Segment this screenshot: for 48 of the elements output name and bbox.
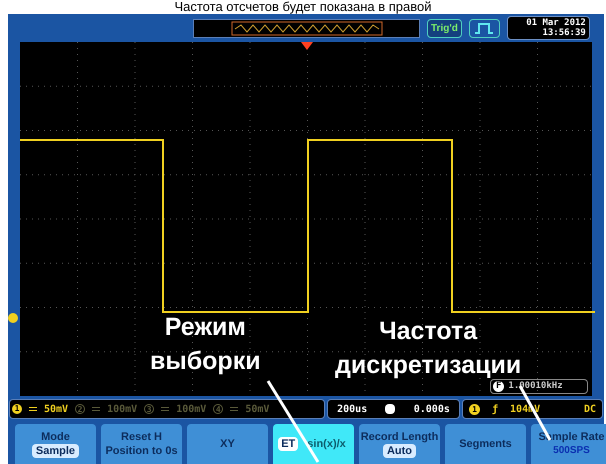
annotation-text: выборки — [150, 346, 261, 377]
coupling-icon — [92, 407, 100, 411]
position-icon — [385, 404, 396, 414]
softkey-label: Reset H — [121, 430, 162, 444]
channel-scale: 50mV — [44, 402, 68, 416]
softkey-value: Sample — [32, 444, 80, 458]
softkey-label: Position to 0s — [105, 444, 178, 458]
softkey-label: XY — [220, 437, 235, 451]
coupling-icon — [230, 407, 238, 411]
channel-scale: 100mV — [176, 402, 206, 416]
menu-softkey[interactable]: Record Length Auto — [359, 424, 440, 464]
annotation-text: Режим — [164, 312, 246, 343]
channel-scale: 100mV — [107, 402, 138, 416]
trigger-status: Trig'd — [427, 18, 462, 38]
softkey-label: Segments — [459, 437, 512, 451]
channel-number: 1 — [12, 404, 22, 414]
menu-softkey[interactable]: Mode Sample — [15, 424, 96, 464]
timebase-position: 0.000s — [414, 402, 450, 416]
channel-marker-icon — [8, 313, 18, 323]
waveform-preview-icon — [230, 20, 382, 36]
toggle-option[interactable]: sin(x)/x — [304, 437, 349, 451]
trigger-source: 1 — [469, 404, 480, 414]
channel-number: 3 — [144, 404, 154, 414]
pulse-icon — [468, 18, 500, 38]
coupling-icon — [29, 407, 37, 411]
coupling-icon — [161, 407, 170, 411]
annotation-text: дискретизации — [335, 350, 522, 381]
channel-scale: 50mV — [245, 402, 270, 416]
channel-number: 2 — [75, 404, 86, 414]
annotation-text: Частота — [379, 316, 478, 347]
trigger-coupling: DC — [584, 402, 596, 416]
menu-softkey[interactable]: Reset H Position to 0s — [101, 424, 182, 464]
trigger-slope: ƒ — [492, 402, 498, 416]
caption-text: Частота отсчетов будет показана в правой — [174, 0, 432, 14]
frequency-badge: F — [493, 381, 504, 392]
channel-number: 4 — [213, 404, 224, 414]
menu-softkey[interactable]: XY — [187, 424, 268, 464]
toggle-option[interactable]: ET — [278, 437, 298, 451]
timebase-scale: 200us — [337, 402, 368, 416]
trigger-marker-icon — [301, 42, 313, 50]
time-text: 13:56:39 — [542, 28, 586, 38]
softkey-value: Auto — [382, 444, 416, 458]
frequency-value: 1.00010kHz — [508, 380, 563, 393]
softkey-title: Record Length — [360, 430, 438, 444]
menu-softkey[interactable]: Segments — [445, 424, 526, 464]
date-text: 01 Mar 2012 — [526, 18, 586, 28]
softkey-value: 500SPS — [553, 444, 590, 458]
softkey-title: Mode — [41, 430, 70, 444]
